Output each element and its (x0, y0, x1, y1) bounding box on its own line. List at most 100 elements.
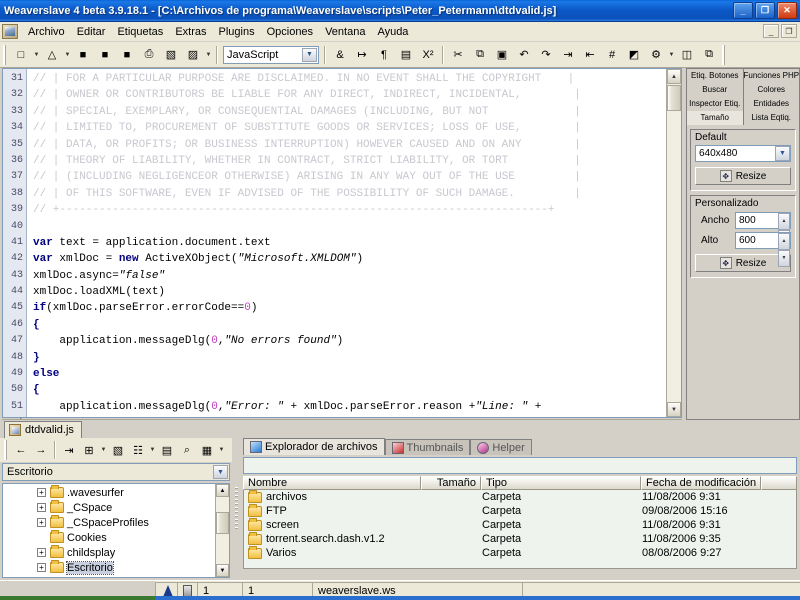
expand-icon[interactable]: + (37, 563, 46, 572)
spinner-down-icon[interactable]: ▼ (778, 250, 790, 267)
run-script-dropdown-icon[interactable]: ▼ (667, 44, 676, 66)
file-list-body[interactable]: archivosCarpeta11/08/2006 9:31FTPCarpeta… (243, 490, 797, 569)
scroll-down-arrow-icon[interactable]: ▼ (216, 564, 229, 577)
file-search-input[interactable] (243, 457, 797, 474)
file-row[interactable]: torrent.search.dash.v1.2Carpeta11/08/200… (244, 532, 796, 546)
view-details-dropdown-icon[interactable]: ▼ (148, 439, 157, 461)
scroll-down-arrow-icon[interactable]: ▼ (667, 402, 681, 417)
tab-explorador-de-archivos[interactable]: Explorador de archivos (243, 438, 385, 455)
column-header-nombre[interactable]: Nombre (243, 476, 421, 490)
code-line[interactable]: // | OF THIS SOFTWARE, EVEN IF ADVISED O… (33, 186, 666, 202)
code-line[interactable]: { (33, 382, 666, 398)
open-folder-icon[interactable]: △ (41, 44, 63, 66)
code-line[interactable]: // | (INCLUDING NEGLIGENCEOR OTHERWISE) … (33, 169, 666, 185)
open-folder-dropdown-icon[interactable]: ▼ (63, 44, 72, 66)
paste-icon[interactable]: ▣ (491, 44, 513, 66)
go-to-icon[interactable]: ⇥ (59, 440, 79, 460)
menu-etiquetas[interactable]: Etiquetas (111, 24, 169, 40)
document-icon[interactable] (2, 24, 18, 39)
redo-icon[interactable]: ↷ (535, 44, 557, 66)
preview-icon[interactable]: ▧ (160, 44, 182, 66)
close-button[interactable]: ✕ (777, 2, 797, 19)
maximize-button[interactable]: ❐ (755, 2, 775, 19)
toolbar-grip-end[interactable] (722, 45, 727, 65)
code-line[interactable]: application.messageDlg(0,"Error: " + xml… (33, 399, 666, 415)
width-input[interactable]: 800 ▲ ▼ (735, 212, 791, 229)
file-row[interactable]: archivosCarpeta11/08/2006 9:31 (244, 490, 796, 504)
code-line[interactable]: // | SPECIAL, EXEMPLARY, OR CONSEQUENTIA… (33, 104, 666, 120)
column-header-extra[interactable] (761, 476, 797, 490)
cut-icon[interactable]: ✂ (447, 44, 469, 66)
code-line[interactable]: // | DATA, OR PROFITS; OR BUSINESS INTER… (33, 137, 666, 153)
scroll-up-arrow-icon[interactable]: ▲ (216, 484, 229, 497)
code-line[interactable] (33, 219, 666, 235)
code-line[interactable]: // | FOR A PARTICULAR PURPOSE ARE DISCLA… (33, 71, 666, 87)
menu-extras[interactable]: Extras (169, 24, 212, 40)
expand-icon[interactable]: + (37, 548, 46, 557)
tree-node[interactable]: +Escritorio (3, 560, 215, 575)
default-resize-button[interactable]: ✥ Resize (695, 167, 791, 185)
toolbar-grip[interactable] (3, 45, 8, 65)
height-stepper[interactable]: ▲ ▼ (778, 233, 790, 248)
tree-scroll-thumb[interactable] (216, 512, 229, 534)
undo-icon[interactable]: ↶ (513, 44, 535, 66)
file-row[interactable]: VariosCarpeta08/08/2006 9:27 (244, 546, 796, 560)
menu-ventana[interactable]: Ventana (319, 24, 371, 40)
code-line[interactable]: application.messageDlg(0,"No errors foun… (33, 333, 666, 349)
column-header-tamano[interactable]: Tamaño (421, 476, 481, 490)
code-line[interactable]: var text = application.document.text (33, 235, 666, 251)
save-all-icon[interactable]: ■ (116, 44, 138, 66)
expand-icon[interactable]: + (37, 503, 46, 512)
file-row[interactable]: screenCarpeta11/08/2006 9:31 (244, 518, 796, 532)
code-line[interactable]: // | LIMITED TO, PROCUREMENT OF SUBSTITU… (33, 120, 666, 136)
comment-icon[interactable]: ◩ (623, 44, 645, 66)
code-line[interactable]: xmlDoc.parseError.line) (33, 415, 666, 417)
forward-icon[interactable]: → (31, 440, 51, 460)
outdent-icon[interactable]: ⇤ (579, 44, 601, 66)
custom-resize-button[interactable]: ✥ Resize (695, 254, 791, 272)
special-char-icon[interactable]: & (329, 44, 351, 66)
menu-editar[interactable]: Editar (71, 24, 112, 40)
back-icon[interactable]: ← (11, 440, 31, 460)
expand-icon[interactable]: + (37, 518, 46, 527)
tab-inspector-etiq[interactable]: Inspector Etiq. (687, 97, 744, 111)
new-folder-icon[interactable]: ⊞ (79, 440, 99, 460)
browser-preview-dropdown-icon[interactable]: ▼ (204, 44, 213, 66)
paragraph-icon[interactable]: ¶ (373, 44, 395, 66)
code-line[interactable]: { (33, 317, 666, 333)
tab-entidades[interactable]: Entidades (744, 97, 800, 111)
find-icon[interactable]: ⌕ (177, 440, 197, 460)
new-file-dropdown-icon[interactable]: ▼ (32, 44, 41, 66)
code-line[interactable]: // | THEORY OF LIABILITY, WHETHER IN CON… (33, 153, 666, 169)
code-line[interactable]: if(xmlDoc.parseError.errorCode==0) (33, 300, 666, 316)
spinner-up-icon[interactable]: ▲ (778, 213, 790, 230)
new-file-icon[interactable]: □ (10, 44, 32, 66)
explorer-toolbar-grip[interactable] (4, 440, 9, 460)
new-file-icon[interactable]: ▧ (108, 440, 128, 460)
code-line[interactable]: // +------------------------------------… (33, 202, 666, 218)
scroll-up-arrow-icon[interactable]: ▲ (667, 69, 681, 84)
insert-tag-icon[interactable]: ↦ (351, 44, 373, 66)
ftp-dropdown-icon[interactable]: ▼ (217, 439, 226, 461)
run-script-icon[interactable]: ⚙ (645, 44, 667, 66)
chevron-down-icon[interactable]: ▼ (775, 146, 790, 161)
language-select[interactable]: JavaScript ▼ (223, 46, 319, 64)
code-line[interactable]: // | OWNER OR CONTRIBUTORS BE LIABLE FOR… (33, 87, 666, 103)
code-line[interactable]: else (33, 366, 666, 382)
tab-colores[interactable]: Colores (744, 83, 800, 97)
menu-plugins[interactable]: Plugins (213, 24, 261, 40)
menu-ayuda[interactable]: Ayuda (371, 24, 414, 40)
line-numbers-icon[interactable]: # (601, 44, 623, 66)
chevron-down-icon[interactable]: ▼ (213, 465, 228, 479)
code-line[interactable]: var xmlDoc = new ActiveXObject("Microsof… (33, 251, 666, 267)
file-row[interactable]: FTPCarpeta09/08/2006 15:16 (244, 504, 796, 518)
panel-splitter[interactable] (232, 438, 240, 580)
code-line[interactable]: xmlDoc.async="false" (33, 268, 666, 284)
table-icon[interactable]: ▤ (395, 44, 417, 66)
width-stepper[interactable]: ▲ ▼ (778, 213, 790, 228)
new-folder-dropdown-icon[interactable]: ▼ (99, 439, 108, 461)
code-editor[interactable]: 3132333435363738394041424344454647484950… (2, 68, 682, 418)
mdi-restore-button[interactable]: ❐ (781, 24, 797, 38)
menu-archivo[interactable]: Archivo (22, 24, 71, 40)
doc-tab-dtdvalid-js[interactable]: dtdvalid.js (4, 421, 82, 438)
